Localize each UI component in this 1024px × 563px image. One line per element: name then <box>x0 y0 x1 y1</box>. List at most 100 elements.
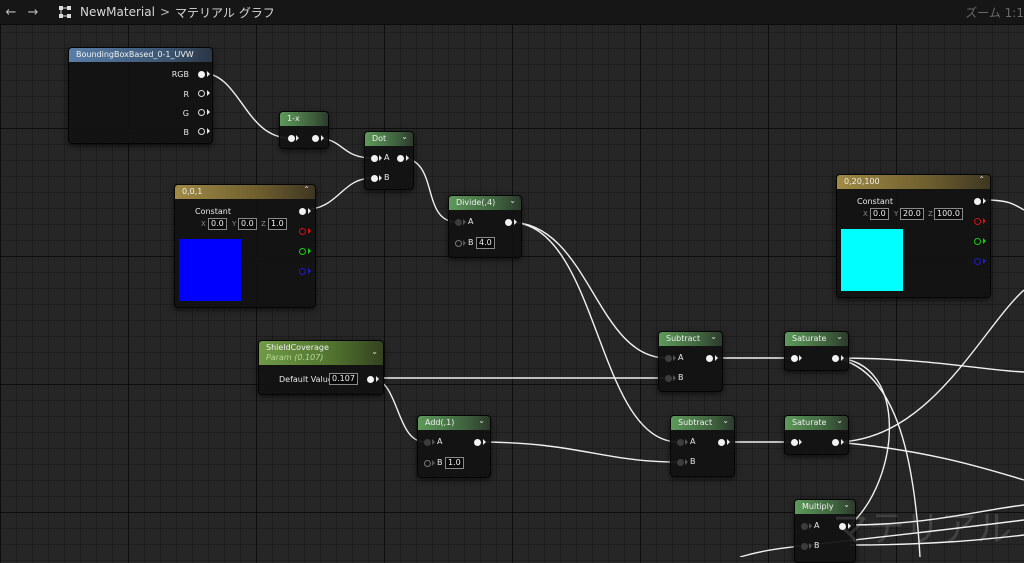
pin-label-a: A <box>437 437 443 446</box>
pin-label-rgb: RGB <box>171 70 189 79</box>
input-pin-b[interactable] <box>801 543 808 550</box>
subtract-node-2[interactable]: Subtract ⌄ A B <box>670 415 735 477</box>
value-x-field[interactable]: 0.0 <box>870 208 889 220</box>
output-pin-rgb[interactable] <box>974 198 981 205</box>
pin-label-b: B <box>468 238 474 247</box>
pin-arrow-icon <box>207 109 210 115</box>
input-pin[interactable] <box>288 135 295 142</box>
breadcrumb-graph[interactable]: マテリアル グラフ <box>175 4 275 21</box>
zoom-level: ズーム 1:1 <box>965 6 1024 20</box>
pin-arrow-icon <box>685 459 688 465</box>
input-pin-b[interactable] <box>665 375 672 382</box>
forward-arrow-icon[interactable]: → <box>22 1 44 23</box>
constant-001-node[interactable]: 0,0,1 ⌃ Constant X 0.0 Y 0.0 Z 1.0 <box>174 184 316 308</box>
output-pin-b[interactable] <box>974 258 981 265</box>
pin-arrow-icon <box>715 355 718 361</box>
output-pin-r[interactable] <box>299 228 306 235</box>
chevron-down-icon[interactable]: ⌄ <box>509 196 516 205</box>
pin-arrow-icon <box>685 439 688 445</box>
pin-arrow-icon <box>379 155 382 161</box>
output-pin[interactable] <box>397 155 404 162</box>
output-pin[interactable] <box>718 439 725 446</box>
input-pin-b[interactable] <box>371 175 378 182</box>
chevron-down-icon[interactable]: ⌄ <box>836 332 843 341</box>
param-name: ShieldCoverage <box>266 343 329 352</box>
input-pin[interactable] <box>791 355 798 362</box>
pin-arrow-icon <box>308 228 311 234</box>
default-value-field[interactable]: 0.107 <box>329 373 358 385</box>
input-pin-a[interactable] <box>677 439 684 446</box>
input-pin-b[interactable] <box>677 459 684 466</box>
one-minus-node[interactable]: 1-x <box>279 111 329 149</box>
subtract-node-1[interactable]: Subtract ⌄ A B <box>658 331 723 392</box>
pin-arrow-icon <box>308 248 311 254</box>
input-pin-b[interactable] <box>455 240 462 247</box>
pin-arrow-icon <box>406 155 409 161</box>
output-pin[interactable] <box>832 355 839 362</box>
value-b-field[interactable]: 1.0 <box>445 457 464 469</box>
pin-label-b: B <box>384 173 390 182</box>
pin-arrow-icon <box>308 208 311 214</box>
output-pin[interactable] <box>832 439 839 446</box>
divide-node[interactable]: Divide(,4) ⌄ A B 4.0 <box>448 195 522 258</box>
input-pin-a[interactable] <box>455 219 462 226</box>
output-pin[interactable] <box>367 376 374 383</box>
chevron-down-icon[interactable]: ⌄ <box>401 132 408 141</box>
pin-label-a: A <box>814 521 820 530</box>
input-pin-b[interactable] <box>424 460 431 467</box>
output-pin-rgb[interactable] <box>198 71 205 78</box>
chevron-up-icon[interactable]: ⌃ <box>978 175 985 184</box>
pin-arrow-icon <box>983 258 986 264</box>
output-pin-b[interactable] <box>299 268 306 275</box>
input-pin[interactable] <box>791 439 798 446</box>
output-pin-g[interactable] <box>974 238 981 245</box>
bounding-box-node[interactable]: BoundingBoxBased_0-1_UVW RGB R G B <box>68 47 213 144</box>
value-z-field[interactable]: 100.0 <box>934 208 963 220</box>
output-pin[interactable] <box>505 219 512 226</box>
value-y-field[interactable]: 0.0 <box>238 218 257 230</box>
add-node[interactable]: Add(,1) ⌄ A B 1.0 <box>417 415 491 478</box>
output-pin-g[interactable] <box>198 109 205 116</box>
breadcrumb-asset[interactable]: NewMaterial <box>80 5 155 19</box>
value-y-field[interactable]: 20.0 <box>900 208 924 220</box>
axis-label-y: Y <box>894 210 899 218</box>
output-pin-r[interactable] <box>198 90 205 97</box>
output-pin-rgb[interactable] <box>299 208 306 215</box>
input-pin-a[interactable] <box>801 523 808 530</box>
output-pin-g[interactable] <box>299 248 306 255</box>
chevron-up-icon[interactable]: ⌃ <box>303 185 310 194</box>
pin-arrow-icon <box>799 439 802 445</box>
back-arrow-icon[interactable]: ← <box>0 1 22 23</box>
input-pin-a[interactable] <box>424 439 431 446</box>
dot-node[interactable]: Dot ⌄ A B <box>364 131 414 190</box>
value-b-field[interactable]: 4.0 <box>476 237 495 249</box>
pin-label-b: B <box>678 373 684 382</box>
pin-label-a: A <box>678 353 684 362</box>
saturate-node-1[interactable]: Saturate ⌄ <box>784 331 849 371</box>
output-pin[interactable] <box>312 135 319 142</box>
output-pin[interactable] <box>706 355 713 362</box>
output-pin-b[interactable] <box>198 128 205 135</box>
axis-label-z: Z <box>261 220 266 228</box>
chevron-down-icon[interactable]: ⌄ <box>722 416 729 425</box>
pin-arrow-icon <box>799 355 802 361</box>
chevron-down-icon[interactable]: ⌄ <box>710 332 717 341</box>
pin-label-a: A <box>468 217 474 226</box>
breadcrumb-separator: > <box>159 5 170 19</box>
chevron-down-icon[interactable]: ⌄ <box>478 416 485 425</box>
input-pin-a[interactable] <box>665 355 672 362</box>
output-pin[interactable] <box>474 439 481 446</box>
axis-label-z: Z <box>928 210 933 218</box>
input-pin-a[interactable] <box>371 155 378 162</box>
value-x-field[interactable]: 0.0 <box>208 218 227 230</box>
chevron-down-icon[interactable]: ⌄ <box>371 347 378 356</box>
chevron-down-icon[interactable]: ⌄ <box>836 416 843 425</box>
shield-coverage-param-node[interactable]: ShieldCoverage Param (0.107) ⌄ Default V… <box>258 340 384 395</box>
output-pin-r[interactable] <box>974 218 981 225</box>
constant-020100-node[interactable]: 0,20,100 ⌃ Constant X 0.0 Y 20.0 Z 100.0 <box>836 174 991 298</box>
pin-label-b: B <box>690 457 696 466</box>
pin-arrow-icon <box>841 439 844 445</box>
value-z-field[interactable]: 1.0 <box>268 218 287 230</box>
pin-label-a: A <box>384 153 390 162</box>
saturate-node-2[interactable]: Saturate ⌄ <box>784 415 849 455</box>
